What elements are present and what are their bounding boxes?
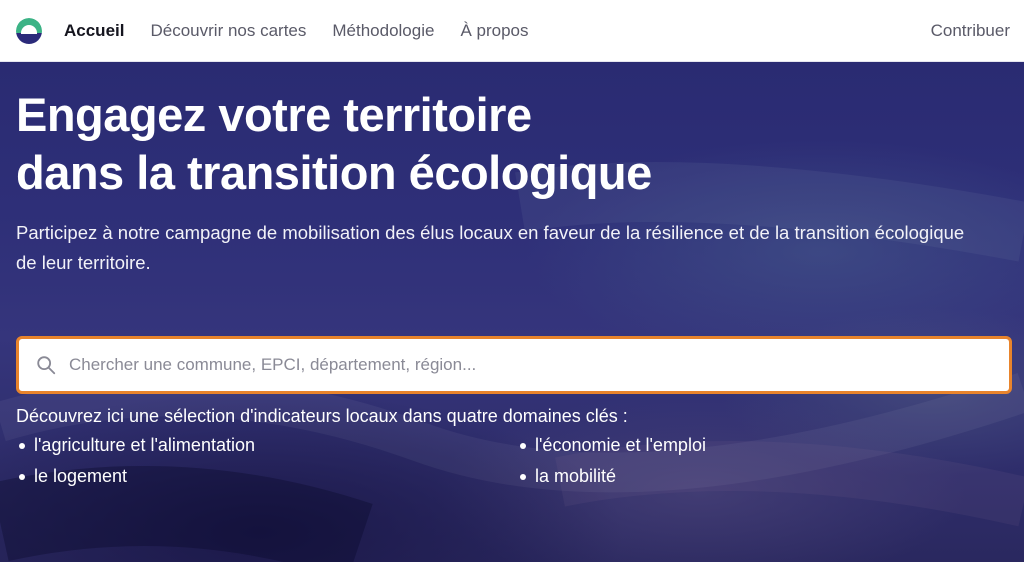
hero-section: Engagez votre territoire dans la transit… xyxy=(0,62,1024,562)
bullet-icon xyxy=(19,442,25,449)
domain-label: l'économie et l'emploi xyxy=(535,435,706,455)
domain-label: l'agriculture et l'alimentation xyxy=(34,435,255,455)
bullet-icon xyxy=(520,473,526,480)
list-item: l'économie et l'emploi xyxy=(517,435,997,456)
list-item: le logement xyxy=(16,466,517,487)
domain-label: le logement xyxy=(34,466,128,486)
nav-link-accueil[interactable]: Accueil xyxy=(64,21,124,41)
main-nav: Accueil Découvrir nos cartes Méthodologi… xyxy=(64,21,555,41)
hero-subtitle: Participez à notre campagne de mobilisat… xyxy=(16,222,965,273)
domain-label: la mobilité xyxy=(535,466,617,486)
domains-list: l'agriculture et l'alimentation l'économ… xyxy=(16,435,1008,487)
nav-link-decouvrir-cartes[interactable]: Découvrir nos cartes xyxy=(150,21,306,41)
nav-link-methodologie[interactable]: Méthodologie xyxy=(332,21,434,41)
nav-link-a-propos[interactable]: À propos xyxy=(460,21,528,41)
search-box[interactable] xyxy=(16,336,1012,394)
hero-title-line-2: dans la transition écologique xyxy=(16,146,652,199)
hero-title: Engagez votre territoire dans la transit… xyxy=(16,86,776,202)
hero-title-line-1: Engagez votre territoire xyxy=(16,88,532,141)
domains-intro: Découvrez ici une sélection d'indicateur… xyxy=(16,406,628,426)
search-icon xyxy=(37,356,56,375)
bullet-icon xyxy=(19,473,25,480)
top-navbar: Accueil Découvrir nos cartes Méthodologi… xyxy=(0,0,1024,62)
search-input[interactable] xyxy=(69,355,993,375)
bullet-icon xyxy=(520,442,526,449)
hero-content: Engagez votre territoire dans la transit… xyxy=(0,62,1024,487)
app-logo[interactable] xyxy=(16,17,42,44)
list-item: l'agriculture et l'alimentation xyxy=(16,435,517,456)
list-item: la mobilité xyxy=(517,466,997,487)
nav-link-contribuer[interactable]: Contribuer xyxy=(931,21,1010,41)
